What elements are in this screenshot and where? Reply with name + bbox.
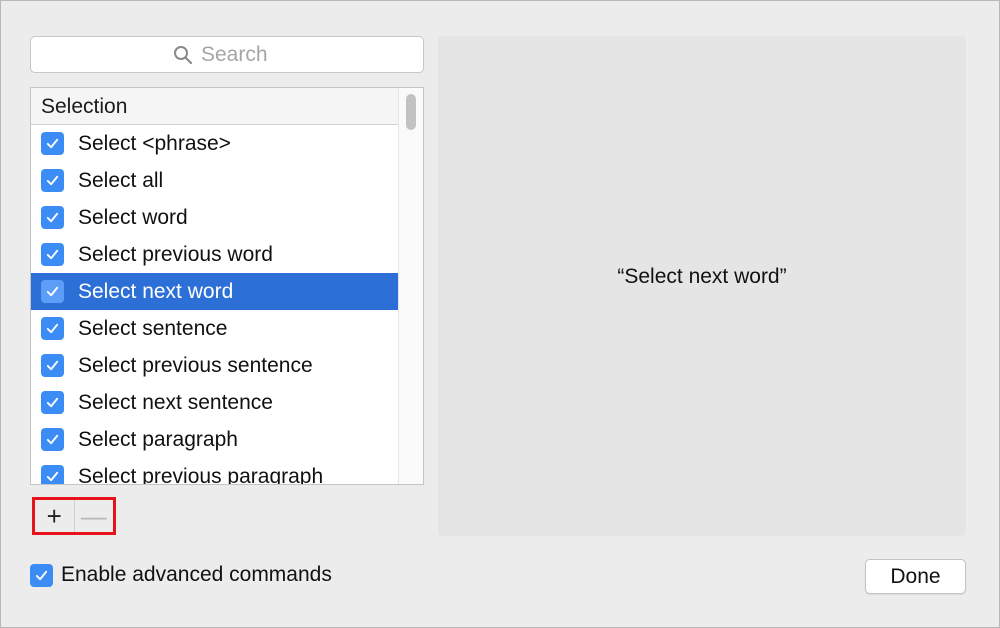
- command-checkbox[interactable]: [41, 354, 64, 377]
- add-remove-control: + —: [32, 497, 116, 535]
- list-item[interactable]: Select paragraph: [31, 421, 398, 458]
- search-icon: [173, 45, 193, 65]
- list-item-label: Select previous sentence: [78, 353, 313, 377]
- command-checkbox[interactable]: [41, 243, 64, 266]
- list-item[interactable]: Select previous paragraph: [31, 458, 398, 485]
- list-item-label: Select all: [78, 168, 164, 192]
- checkmark-icon: [35, 570, 48, 580]
- checkmark-icon: [46, 249, 59, 260]
- checkmark-icon: [46, 471, 59, 482]
- list-scrollbar[interactable]: [398, 88, 423, 484]
- command-checkbox[interactable]: [41, 169, 64, 192]
- checkmark-icon: [46, 323, 59, 334]
- checkmark-icon: [46, 212, 59, 223]
- list-item[interactable]: Select next word: [31, 273, 398, 310]
- checkmark-icon: [46, 286, 59, 297]
- list-item-label: Select next sentence: [78, 390, 273, 414]
- list-item[interactable]: Select word: [31, 199, 398, 236]
- checkmark-icon: [46, 138, 59, 149]
- add-command-button[interactable]: +: [35, 500, 74, 532]
- checkmark-icon: [46, 397, 59, 408]
- advanced-commands-label: Enable advanced commands: [61, 563, 332, 586]
- list-item-label: Select next word: [78, 279, 234, 303]
- list-item[interactable]: Select next sentence: [31, 384, 398, 421]
- list-item[interactable]: Select previous sentence: [31, 347, 398, 384]
- command-checkbox[interactable]: [41, 465, 64, 484]
- list-item-label: Select word: [78, 205, 188, 229]
- command-rows: Select <phrase> Select all Select word Sele…: [31, 125, 398, 485]
- search-input[interactable]: [201, 42, 281, 67]
- enable-advanced-commands[interactable]: Enable advanced commands: [30, 563, 332, 587]
- advanced-commands-checkbox[interactable]: [30, 563, 53, 587]
- list-item[interactable]: Select all: [31, 162, 398, 199]
- list-item[interactable]: Select previous word: [31, 236, 398, 273]
- scrollbar-thumb[interactable]: [406, 94, 416, 130]
- preview-text: “Select next word”: [617, 265, 787, 288]
- command-list[interactable]: Selection Select <phrase> Select all Selec…: [30, 87, 424, 485]
- command-checkbox[interactable]: [41, 132, 64, 155]
- command-preview-pane: “Select next word”: [438, 36, 966, 536]
- search-field[interactable]: [30, 36, 424, 73]
- done-button[interactable]: Done: [865, 559, 966, 594]
- list-item-label: Select <phrase>: [78, 131, 231, 155]
- list-item-label: Select previous paragraph: [78, 464, 324, 485]
- checkmark-icon: [46, 175, 59, 186]
- list-item[interactable]: Select <phrase>: [31, 125, 398, 162]
- list-item-label: Select previous word: [78, 242, 273, 266]
- command-checkbox[interactable]: [41, 428, 64, 451]
- command-checkbox[interactable]: [41, 206, 64, 229]
- command-checkbox[interactable]: [41, 391, 64, 414]
- dictation-commands-window: Selection Select <phrase>Select allSelec…: [0, 0, 1000, 628]
- command-checkbox[interactable]: [41, 280, 64, 303]
- list-section-header: Selection: [31, 88, 398, 125]
- checkmark-icon: [46, 360, 59, 371]
- list-item-label: Select sentence: [78, 316, 228, 340]
- list-item-label: Select paragraph: [78, 427, 238, 451]
- remove-command-button[interactable]: —: [73, 500, 114, 532]
- list-item[interactable]: Select sentence: [31, 310, 398, 347]
- command-checkbox[interactable]: [41, 317, 64, 340]
- checkmark-icon: [46, 434, 59, 445]
